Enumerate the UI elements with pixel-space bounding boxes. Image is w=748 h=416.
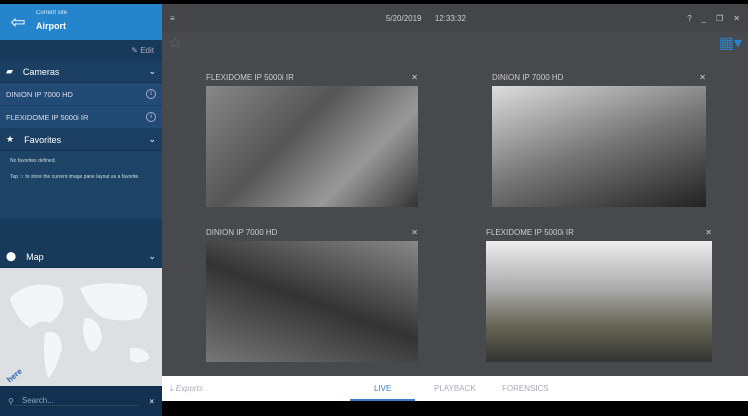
camera-tile[interactable]: FLEXIDOME IP 5000i IR ✕	[486, 228, 712, 362]
favorites-body: No favorites defined. Tap ☆ to store the…	[0, 151, 162, 219]
main-area: ≡ 5/20/2019 12:33:32 ? _ ❐ ✕ ☆ ▦▾ FLEXIDOME …	[162, 4, 748, 376]
close-icon[interactable]: ✕	[699, 73, 706, 83]
camera-icon: ▰	[6, 66, 13, 76]
exports-label: Exports	[175, 383, 203, 393]
tab-playback[interactable]: PLAYBACK	[434, 384, 476, 393]
star-outline-icon: ☆	[19, 174, 24, 180]
help-icon[interactable]: ?	[687, 14, 691, 23]
exports-button[interactable]: ⤓ Exports	[170, 384, 203, 394]
favorites-label: Favorites	[24, 134, 62, 145]
tile-title: DINION IP 7000 HD	[206, 228, 278, 237]
camera-tile[interactable]: DINION IP 7000 HD ✕	[492, 73, 706, 207]
site-name: Airport	[36, 21, 66, 31]
camera-feed[interactable]	[486, 241, 712, 362]
site-caption: Current site	[36, 10, 68, 16]
camera-feed[interactable]	[206, 241, 418, 362]
layout-icon[interactable]: ▦▾	[719, 33, 742, 53]
camera-name: DINION IP 7000 HD	[6, 89, 73, 99]
search-bar[interactable]: ⚲ Search... ×	[0, 386, 162, 416]
star-outline-icon[interactable]: ☆	[168, 33, 182, 53]
edit-button[interactable]: ✎ Edit	[0, 40, 162, 61]
clear-icon[interactable]: ×	[149, 397, 154, 406]
camera-name: FLEXIDOME IP 5000i IR	[6, 112, 89, 122]
edit-label: Edit	[140, 46, 154, 55]
camera-list-item[interactable]: DINION IP 7000 HD i	[0, 83, 162, 106]
close-icon[interactable]: ✕	[411, 73, 418, 83]
logout-icon: ⇦	[10, 11, 26, 32]
close-icon[interactable]: ✕	[733, 14, 740, 23]
camera-feed[interactable]	[206, 86, 418, 207]
cameras-label: Cameras	[22, 66, 60, 77]
favorites-section-header[interactable]: ★ Favorites ⌄	[0, 129, 162, 151]
map-pin-icon: ⬤	[6, 251, 17, 261]
title-bar: ≡ 5/20/2019 12:33:32 ? _ ❐ ✕	[162, 4, 748, 32]
camera-feed[interactable]	[492, 86, 706, 207]
camera-tile[interactable]: DINION IP 7000 HD ✕	[206, 228, 418, 362]
tab-live[interactable]: LIVE	[350, 384, 416, 401]
hint-post: to store the current image pane layout a…	[25, 174, 140, 180]
info-icon[interactable]: i	[146, 112, 156, 122]
bottom-bar: ⤓ Exports LIVE PLAYBACK FORENSICS	[162, 376, 748, 401]
tile-title: FLEXIDOME IP 5000i IR	[206, 73, 294, 82]
close-icon[interactable]: ✕	[705, 228, 712, 238]
camera-list-item[interactable]: FLEXIDOME IP 5000i IR i	[0, 106, 162, 129]
no-favorites-text: No favorites defined.	[10, 158, 56, 164]
chevron-down-icon: ⌄	[148, 134, 156, 144]
tab-forensics[interactable]: FORENSICS	[502, 384, 549, 393]
minimize-icon[interactable]: _	[702, 14, 706, 23]
download-icon: ⤓	[170, 383, 174, 393]
map-label: Map	[26, 251, 44, 262]
date: 5/20/2019	[385, 13, 422, 23]
tile-title: DINION IP 7000 HD	[492, 73, 564, 82]
chevron-down-icon: ⌄	[148, 66, 156, 76]
chevron-down-icon: ⌄	[148, 251, 156, 261]
world-map[interactable]: here	[0, 268, 162, 386]
star-icon: ★	[6, 134, 15, 144]
map-section-header[interactable]: ⬤ Map ⌄	[0, 246, 162, 268]
current-site[interactable]: ⇦ Current site Airport	[0, 4, 162, 40]
sidebar: ⇦ Current site Airport ✎ Edit ▰ Cameras ⌄ D…	[0, 4, 162, 416]
camera-tile[interactable]: FLEXIDOME IP 5000i IR ✕	[206, 73, 418, 207]
hint-pre: Tap	[10, 174, 19, 180]
world-map-graphic	[10, 283, 150, 378]
time: 12:33:32	[434, 13, 466, 23]
tile-title: FLEXIDOME IP 5000i IR	[486, 228, 574, 237]
restore-icon[interactable]: ❐	[716, 14, 723, 23]
cameras-section-header[interactable]: ▰ Cameras ⌄	[0, 61, 162, 83]
close-icon[interactable]: ✕	[411, 228, 418, 238]
info-icon[interactable]: i	[146, 89, 156, 99]
